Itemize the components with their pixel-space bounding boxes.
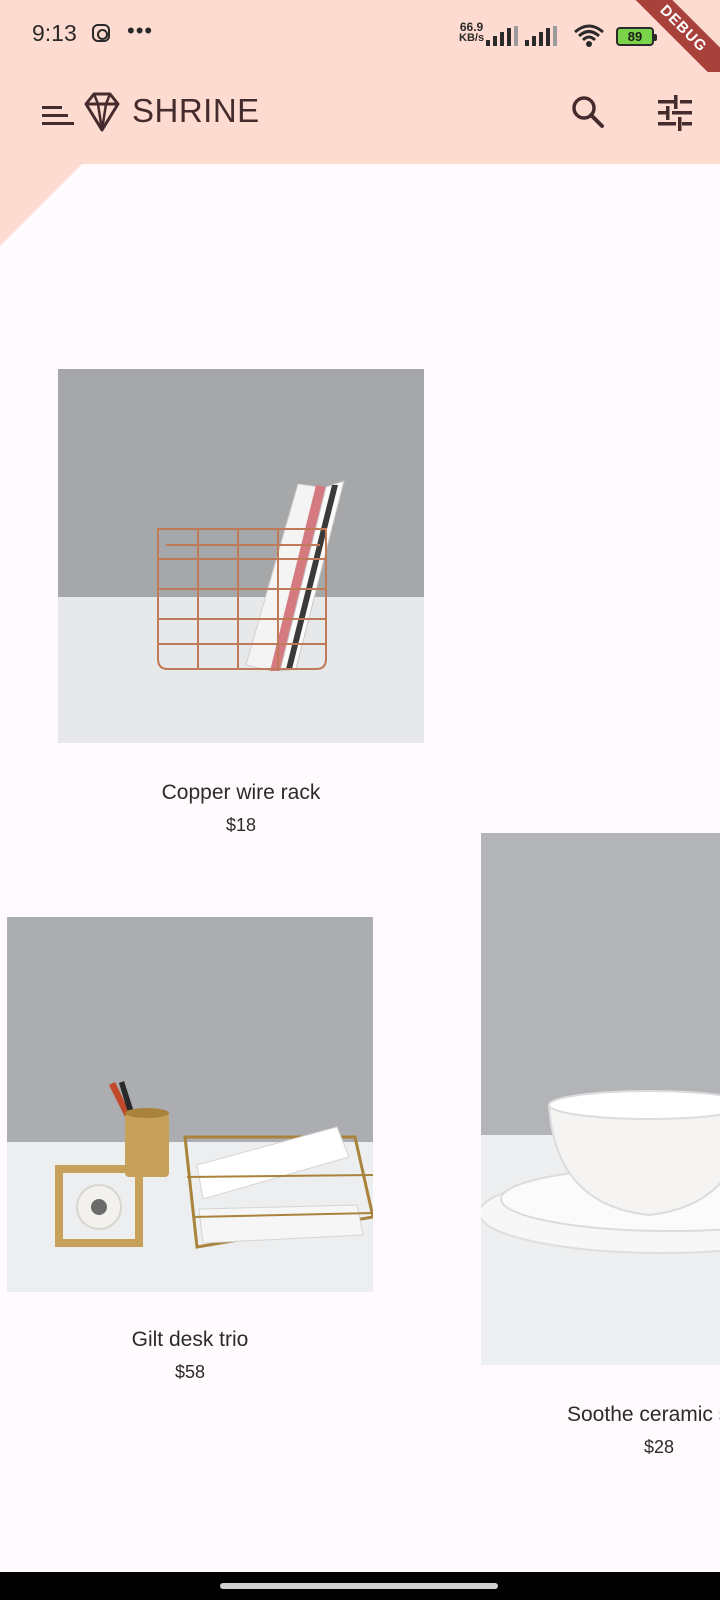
- app-title: SHRINE: [132, 92, 260, 129]
- product-image-copper-wire-rack: [58, 369, 424, 743]
- network-speed: 66.9 KB/s: [459, 20, 485, 44]
- product-image-soothe-ceramic-set: [481, 833, 720, 1365]
- instagram-notification-icon: [92, 24, 110, 42]
- more-notifications-icon: •••: [127, 18, 154, 43]
- app-bar: SHRINE: [0, 72, 720, 164]
- diamond-logo-icon[interactable]: [80, 90, 124, 134]
- system-navigation-bar: [0, 1572, 720, 1600]
- product-name: Copper wire rack: [161, 781, 321, 804]
- status-bar: 9:13 ••• 66.9 KB/s 89: [0, 0, 720, 72]
- product-price: $18: [225, 815, 257, 835]
- product-price: $28: [644, 1437, 675, 1457]
- menu-icon[interactable]: [40, 102, 76, 130]
- status-time: 9:13: [32, 20, 77, 46]
- tune-filter-icon[interactable]: [656, 94, 694, 132]
- product-name: Soothe ceramic set: [567, 1403, 720, 1426]
- home-gesture-handle[interactable]: [220, 1583, 498, 1589]
- signal-2-icon: [525, 26, 557, 46]
- product-price: $58: [174, 1362, 206, 1382]
- signal-1-icon: [486, 26, 518, 46]
- product-image-gilt-desk-trio: [7, 917, 373, 1292]
- backdrop-cut-corner: [0, 164, 82, 246]
- product-name: Gilt desk trio: [131, 1328, 249, 1351]
- search-icon[interactable]: [570, 94, 606, 130]
- wifi-icon: [574, 24, 604, 47]
- battery-indicator: 89: [616, 27, 657, 46]
